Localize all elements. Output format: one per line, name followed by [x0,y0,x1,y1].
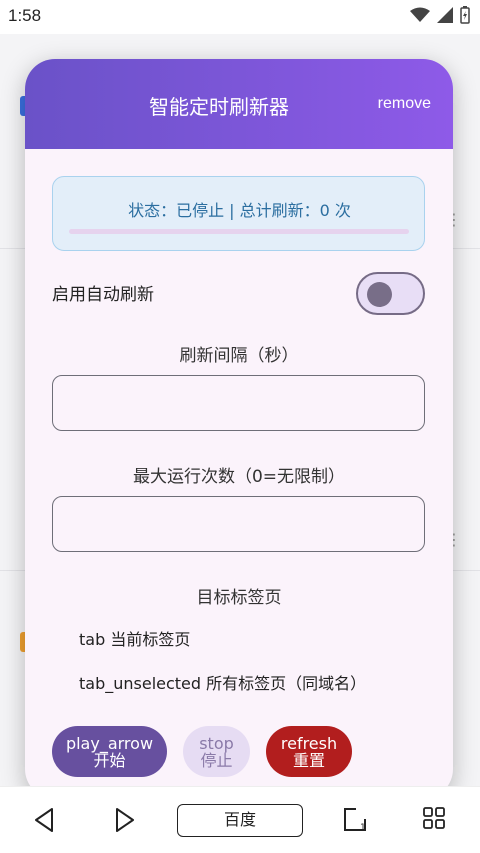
refresh-dialog: 智能定时刷新器 remove 状态：已停止 | 总计刷新：0 次 启用自动刷新 … [25,59,453,799]
reset-label: 重置 [292,750,325,770]
interval-label: 刷新间隔（秒） [179,346,299,366]
start-label: 开始 [93,750,126,770]
target-option-all-tabs[interactable]: tab_unselected 所有标签页（同域名） [79,670,366,694]
dialog-header: 智能定时刷新器 remove [25,59,453,149]
start-button[interactable]: play_arrow 开始 [52,726,167,777]
refresh-icon: refresh [280,733,338,753]
svg-text:1: 1 [360,823,366,833]
tabs-icon[interactable]: 1 [342,807,368,833]
stop-label: 停止 [200,750,233,770]
address-bar[interactable]: 百度 [177,804,303,837]
battery-icon [460,6,470,24]
system-status-bar: 1:58 [0,0,480,34]
back-icon[interactable] [33,807,55,833]
max-runs-label: 最大运行次数（0=无限制） [132,467,346,487]
dialog-title: 智能定时刷新器 [149,95,289,119]
status-card: 状态：已停止 | 总计刷新：0 次 [52,176,425,251]
wifi-icon [410,7,430,22]
reset-button[interactable]: refresh 重置 [266,726,352,777]
target-option-current-tab[interactable]: tab 当前标签页 [79,626,190,650]
signal-icon [437,7,453,23]
forward-icon[interactable] [114,807,136,833]
target-tab-label: 目标标签页 [196,588,282,608]
play-arrow-icon: play_arrow [65,733,154,753]
menu-grid-icon[interactable] [423,807,445,829]
toggle-knob [367,282,392,307]
stop-icon: stop [199,733,234,753]
remove-button[interactable]: remove [378,95,431,113]
auto-refresh-label: 启用自动刷新 [52,285,154,305]
auto-refresh-toggle[interactable] [356,272,425,315]
stop-button[interactable]: stop 停止 [183,726,250,777]
max-runs-input[interactable] [52,496,425,552]
browser-bottom-bar: 百度 1 [0,786,480,853]
progress-bar [69,229,409,234]
status-text: 状态：已停止 | 总计刷新：0 次 [128,201,351,220]
status-time: 1:58 [8,6,42,25]
interval-input[interactable] [52,375,425,431]
status-icons [410,6,470,24]
